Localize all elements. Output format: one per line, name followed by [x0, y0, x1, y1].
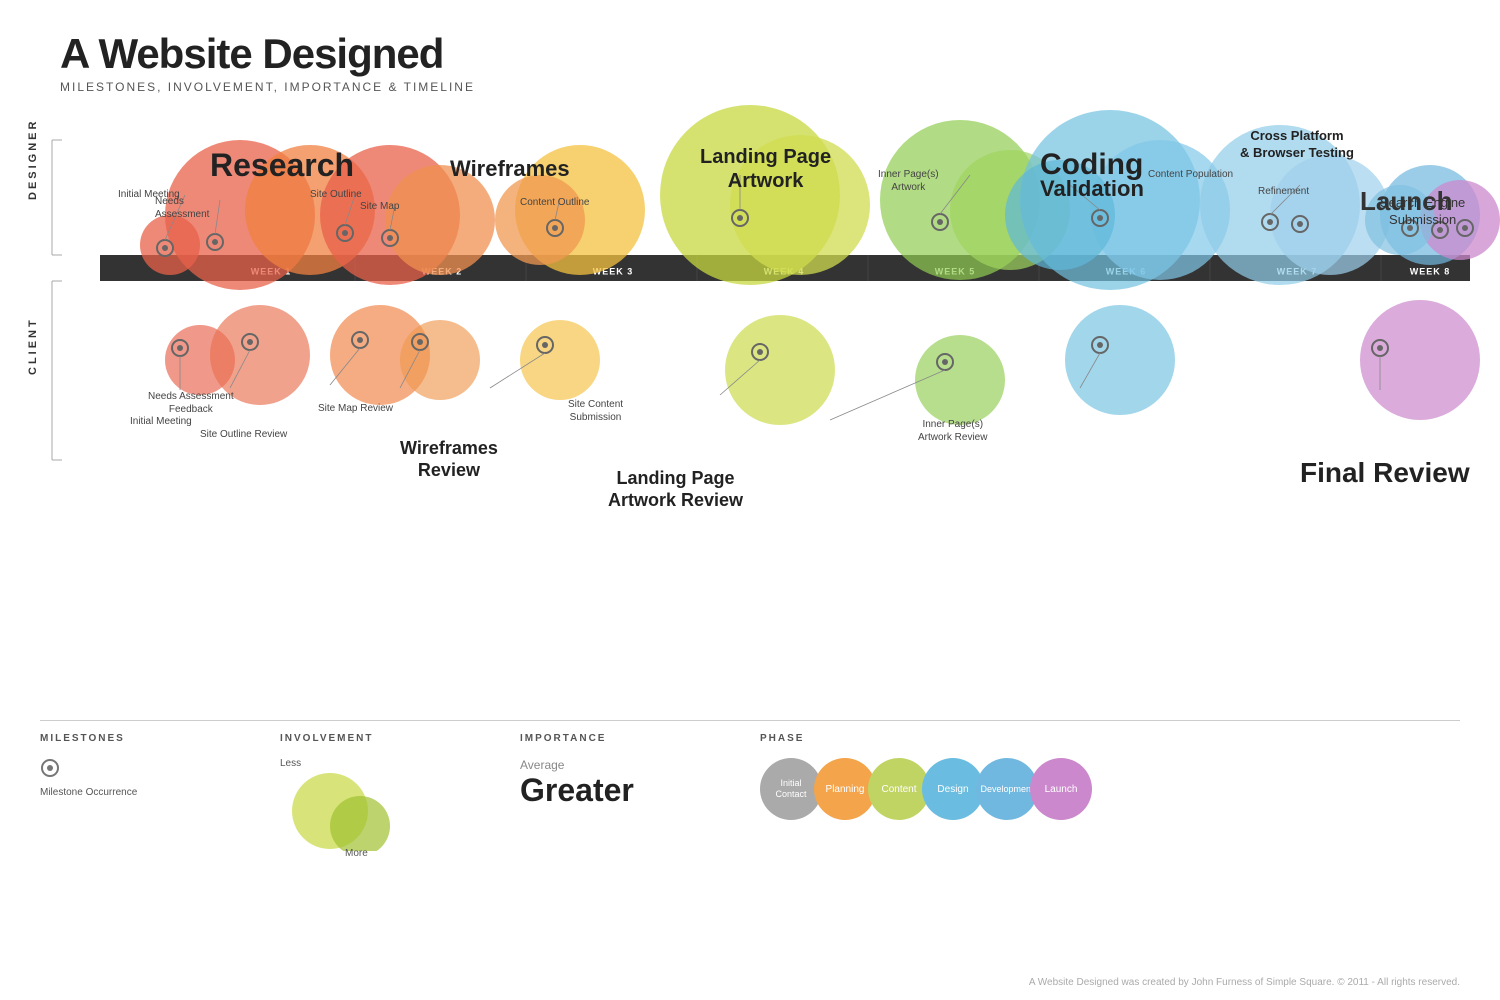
phase-launch: Launch [1030, 758, 1092, 820]
inner-pages-review-label: Inner Page(s)Artwork Review [918, 418, 987, 444]
importance-title: IMPORTANCE [520, 733, 760, 744]
initial-meeting-c-label: Initial Meeting [130, 415, 192, 428]
validation-label: Validation [1040, 175, 1144, 204]
phase-planning: Planning [814, 758, 876, 820]
milestones-legend: MILESTONES Milestone Occurrence [40, 720, 280, 859]
involvement-title: INVOLVEMENT [280, 733, 520, 744]
svg-text:WEEK 8: WEEK 8 [1410, 266, 1451, 276]
milestones-title: MILESTONES [40, 733, 280, 744]
phase-legend: PHASE InitialContact Planning Content De… [760, 720, 1460, 859]
site-map-review-label: Site Map Review [318, 402, 393, 415]
needs-assessment-label: NeedsAssessment [155, 195, 209, 221]
site-outline-review-label: Site Outline Review [200, 428, 287, 441]
cross-platform-label: Cross Platform& Browser Testing [1240, 128, 1354, 162]
phase-initial-contact: InitialContact [760, 758, 822, 820]
phase-development: Development [976, 758, 1038, 820]
landing-page-artwork-label: Landing PageArtwork [700, 145, 831, 193]
involvement-venn [280, 771, 410, 851]
landing-page-review-label: Landing PageArtwork Review [608, 468, 743, 511]
refinement-label: Refinement [1258, 185, 1309, 198]
content-outline-label: Content Outline [520, 196, 590, 209]
involvement-less: Less [280, 758, 520, 769]
wireframes-label: Wireframes [450, 155, 570, 184]
wireframes-review-label: WireframesReview [400, 438, 498, 481]
svg-text:DESIGNER: DESIGNER [27, 119, 39, 200]
research-label: Research [210, 145, 354, 187]
footer-text: A Website Designed was created by John F… [1029, 977, 1460, 988]
site-outline-label: Site Outline [310, 188, 362, 201]
content-population-label: Content Population [1148, 168, 1233, 181]
legend-area: MILESTONES Milestone Occurrence INVOLVEM… [40, 720, 1460, 859]
search-engine-label: Search EngineSubmission [1380, 195, 1465, 229]
milestone-occurrence-label: Milestone Occurrence [40, 787, 280, 798]
phase-content: Content [868, 758, 930, 820]
milestone-icon [40, 758, 60, 778]
involvement-legend: INVOLVEMENT Less More [280, 720, 520, 859]
final-review-label: Final Review [1300, 455, 1470, 491]
phase-design: Design [922, 758, 984, 820]
importance-average: Average [520, 758, 760, 772]
site-map-label: Site Map [360, 200, 399, 213]
importance-greater: Greater [520, 772, 760, 809]
importance-legend: IMPORTANCE Average Greater [520, 720, 760, 859]
site-content-submission-label: Site ContentSubmission [568, 398, 623, 424]
needs-assessment-feedback-label: Needs AssessmentFeedback [148, 390, 234, 416]
inner-pages-artwork-label: Inner Page(s)Artwork [878, 168, 939, 194]
svg-text:CLIENT: CLIENT [27, 317, 39, 375]
phase-title: PHASE [760, 733, 1460, 744]
phase-circles: InitialContact Planning Content Design D… [760, 758, 1460, 820]
chart-svg: WEEK 1 WEEK 2 WEEK 3 WEEK 4 WEEK 5 WEEK … [0, 0, 1500, 580]
